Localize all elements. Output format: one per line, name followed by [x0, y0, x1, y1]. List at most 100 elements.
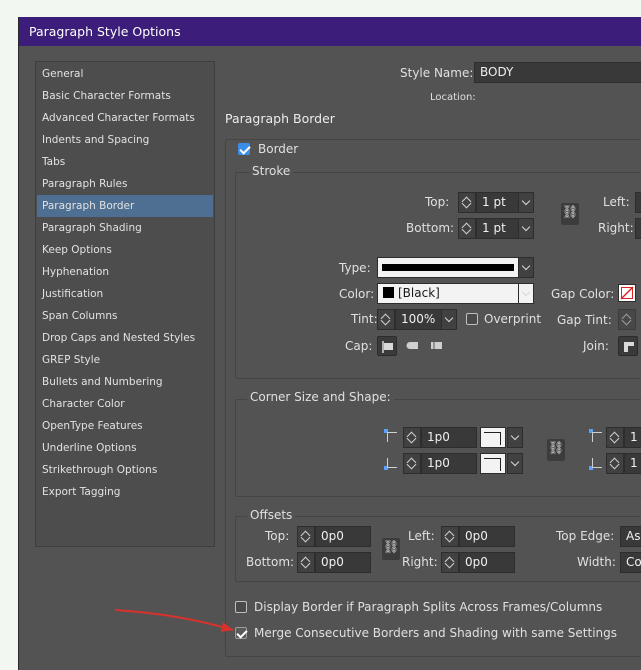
- sidebar-item-label: Paragraph Rules: [42, 178, 128, 190]
- width-dropdown[interactable]: Co: [620, 552, 641, 573]
- top-right-corner-field[interactable]: 1: [624, 427, 641, 448]
- miter-join-button[interactable]: [618, 336, 638, 356]
- sidebar-item-advanced-character-formats[interactable]: Advanced Character Formats: [37, 107, 213, 129]
- miter-join-icon: [624, 342, 634, 352]
- style-name-value: BODY: [480, 65, 514, 79]
- sidebar-item-opentype-features[interactable]: OpenType Features: [37, 415, 213, 437]
- stroke-color-dropdown[interactable]: [Black]: [377, 283, 519, 304]
- sidebar-item-grep-style[interactable]: GREP Style: [37, 349, 213, 371]
- annotation-arrow-icon: [114, 609, 234, 632]
- top-left-corner-field[interactable]: 1p0: [421, 427, 477, 448]
- sidebar-item-paragraph-border[interactable]: Paragraph Border: [37, 195, 213, 217]
- sidebar-item-indents-and-spacing[interactable]: Indents and Spacing: [37, 129, 213, 151]
- stroke-left-label: Left:: [603, 195, 630, 209]
- stroke-bottom-stepper[interactable]: [458, 218, 476, 239]
- stroke-type-dropdown-arrow[interactable]: [518, 257, 534, 278]
- overprint-checkbox[interactable]: [466, 313, 478, 325]
- sidebar-item-paragraph-rules[interactable]: Paragraph Rules: [37, 173, 213, 195]
- tint-field[interactable]: 100%: [395, 309, 442, 330]
- sidebar-item-export-tagging[interactable]: Export Tagging: [37, 481, 213, 503]
- style-name-field[interactable]: BODY: [474, 62, 641, 83]
- projecting-cap-button[interactable]: [427, 336, 447, 356]
- offset-top-label: Top:: [265, 529, 290, 543]
- offset-left-field[interactable]: 0p0: [459, 526, 515, 547]
- sidebar-item-label: General: [42, 68, 84, 80]
- stroke-top-stepper[interactable]: [458, 192, 476, 213]
- sidebar-item-hyphenation[interactable]: Hyphenation: [37, 261, 213, 283]
- sidebar-item-paragraph-shading[interactable]: Paragraph Shading: [37, 217, 213, 239]
- stroke-color-label: Color:: [339, 287, 375, 301]
- offset-right-stepper[interactable]: [441, 552, 459, 573]
- corner-group: [235, 399, 641, 497]
- sidebar-item-drop-caps-and-nested-styles[interactable]: Drop Caps and Nested Styles: [37, 327, 213, 349]
- offset-left-value: 0p0: [465, 529, 488, 543]
- sidebar-item-keep-options[interactable]: Keep Options: [37, 239, 213, 261]
- bottom-right-corner-value: 1: [630, 456, 638, 470]
- sidebar-item-justification[interactable]: Justification: [37, 283, 213, 305]
- stroke-left-field[interactable]: [635, 192, 641, 213]
- sidebar-item-label: Indents and Spacing: [42, 134, 150, 146]
- sidebar-item-tabs[interactable]: Tabs: [37, 151, 213, 173]
- bottom-left-corner-field[interactable]: 1p0: [421, 453, 477, 474]
- bottom-left-corner-stepper[interactable]: [403, 453, 421, 474]
- gap-tint-stepper[interactable]: [618, 309, 636, 330]
- top-right-corner-value: 1: [630, 430, 638, 444]
- sidebar-item-span-columns[interactable]: Span Columns: [37, 305, 213, 327]
- top-left-corner-stepper[interactable]: [403, 427, 421, 448]
- sidebar-item-strikethrough-options[interactable]: Strikethrough Options: [37, 459, 213, 481]
- link-stroke-weights-icon[interactable]: ⛓: [561, 203, 579, 225]
- top-right-corner-stepper[interactable]: [606, 427, 624, 448]
- bottom-left-corner-shape-dropdown[interactable]: [480, 453, 506, 474]
- sidebar-item-bullets-and-numbering[interactable]: Bullets and Numbering: [37, 371, 213, 393]
- category-list: General Basic Character Formats Advanced…: [35, 61, 215, 547]
- bottom-right-corner-field[interactable]: 1: [624, 453, 641, 474]
- offset-right-field[interactable]: 0p0: [459, 552, 515, 573]
- top-edge-dropdown[interactable]: As: [620, 526, 641, 547]
- width-value: Co: [626, 555, 641, 569]
- butt-cap-button[interactable]: [377, 336, 397, 356]
- style-name-label: Style Name:: [400, 66, 474, 80]
- sidebar-item-label: Tabs: [42, 156, 66, 168]
- offset-bottom-label: Bottom:: [246, 555, 295, 569]
- offset-bottom-field[interactable]: 0p0: [315, 552, 371, 573]
- sidebar-item-general[interactable]: General: [37, 63, 213, 85]
- bottom-right-corner-stepper[interactable]: [606, 453, 624, 474]
- stroke-top-field[interactable]: 1 pt: [476, 192, 519, 213]
- none-swatch-icon[interactable]: [618, 284, 636, 302]
- offset-left-label: Left:: [408, 529, 435, 543]
- border-checkbox[interactable]: [238, 143, 250, 155]
- gap-color-label: Gap Color:: [551, 287, 615, 301]
- stroke-top-dropdown[interactable]: [518, 192, 534, 213]
- border-checkbox-label: Border: [258, 142, 299, 156]
- round-cap-button[interactable]: [403, 336, 423, 356]
- offset-right-value: 0p0: [465, 555, 488, 569]
- stroke-right-field[interactable]: [635, 218, 641, 239]
- paragraph-style-options-dialog: Paragraph Style Options General Basic Ch…: [18, 17, 641, 670]
- sidebar-item-basic-character-formats[interactable]: Basic Character Formats: [37, 85, 213, 107]
- tint-stepper[interactable]: [377, 309, 395, 330]
- link-corner-sizes-icon[interactable]: ⛓: [547, 439, 565, 461]
- stroke-color-dropdown-arrow[interactable]: [518, 283, 534, 304]
- sidebar-item-label: Character Color: [42, 398, 125, 410]
- sidebar-item-character-color[interactable]: Character Color: [37, 393, 213, 415]
- top-left-corner-shape-arrow[interactable]: [507, 427, 523, 448]
- link-offsets-icon[interactable]: ⛓: [382, 538, 400, 560]
- top-left-corner-shape-dropdown[interactable]: [480, 427, 506, 448]
- sidebar-item-label: Paragraph Shading: [42, 222, 142, 234]
- sidebar-item-underline-options[interactable]: Underline Options: [37, 437, 213, 459]
- sidebar-item-label: Bullets and Numbering: [42, 376, 163, 388]
- bottom-left-corner-shape-arrow[interactable]: [507, 453, 523, 474]
- stroke-top-label: Top:: [425, 195, 450, 209]
- dialog-title-bar[interactable]: Paragraph Style Options: [19, 17, 641, 46]
- tint-label: Tint:: [351, 312, 378, 326]
- tint-dropdown[interactable]: [441, 309, 457, 330]
- sidebar-item-label: Strikethrough Options: [42, 464, 158, 476]
- offset-top-stepper[interactable]: [297, 526, 315, 547]
- stroke-type-dropdown[interactable]: [377, 257, 519, 278]
- offset-left-stepper[interactable]: [441, 526, 459, 547]
- stroke-bottom-dropdown[interactable]: [518, 218, 534, 239]
- stroke-bottom-field[interactable]: 1 pt: [476, 218, 519, 239]
- offset-top-field[interactable]: 0p0: [315, 526, 371, 547]
- offset-bottom-stepper[interactable]: [297, 552, 315, 573]
- stroke-color-value: [Black]: [398, 286, 440, 300]
